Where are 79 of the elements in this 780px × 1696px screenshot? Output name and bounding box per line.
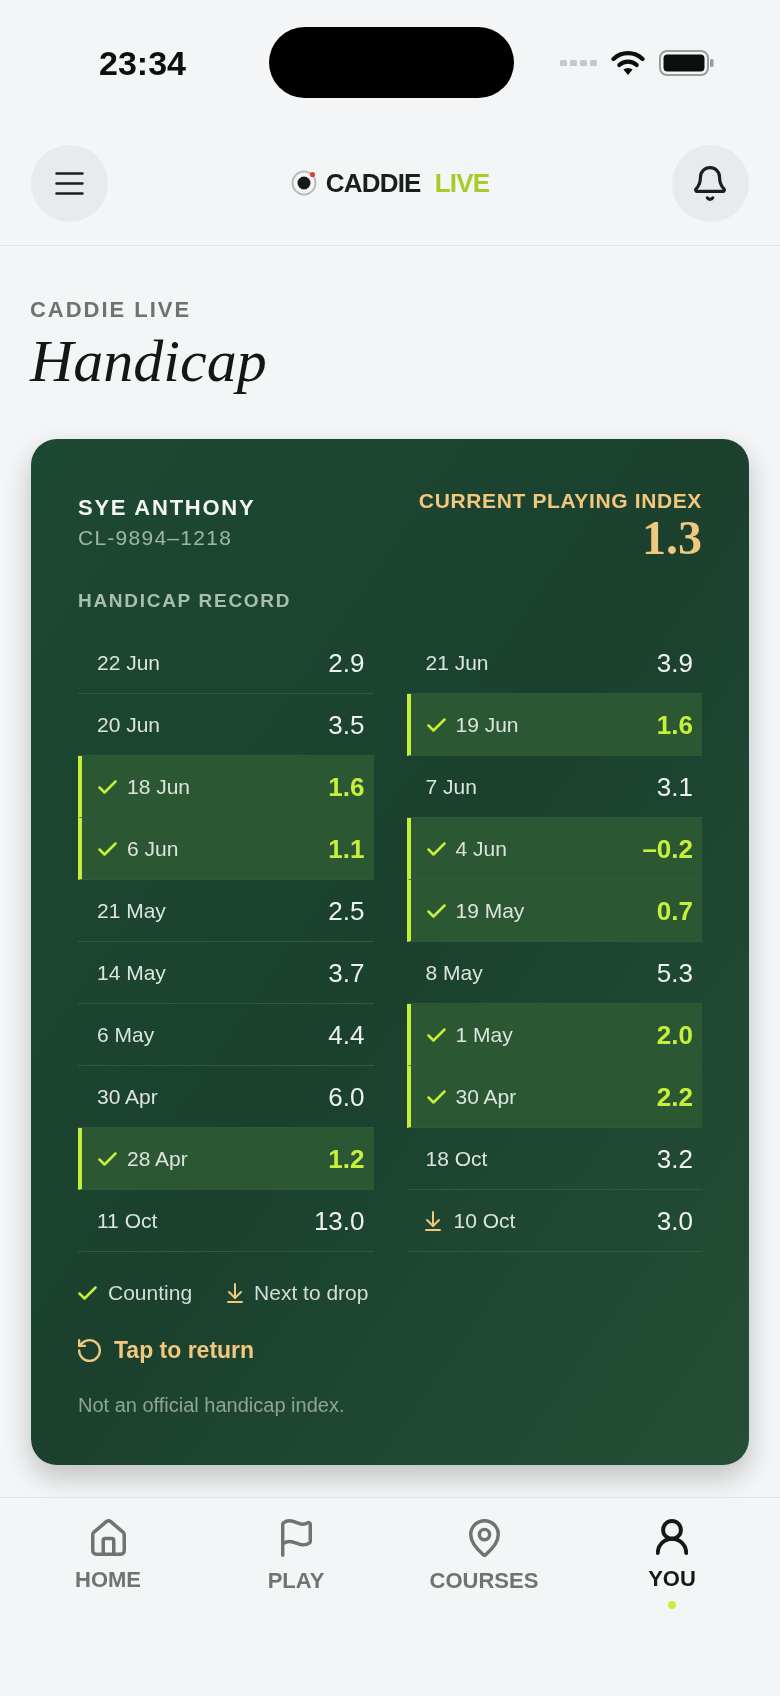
round-date: 11 Oct xyxy=(97,1207,159,1234)
check-icon xyxy=(98,779,117,794)
logo-text: LIVE xyxy=(434,168,490,198)
round-date: 1 May xyxy=(455,1021,514,1048)
page-eyebrow: CADDIE LIVE xyxy=(30,296,192,324)
round-value: 3.5 xyxy=(328,709,365,740)
logo-icon xyxy=(290,170,317,196)
round-value: 13.0 xyxy=(313,1205,365,1236)
check-icon xyxy=(426,841,446,856)
round-value: 3.0 xyxy=(656,1205,693,1236)
player-name: SYE ANTHONY xyxy=(78,494,256,522)
round-date: 22 Jun xyxy=(97,649,162,676)
round-value: 1.2 xyxy=(328,1143,365,1174)
circular-arrow-icon xyxy=(78,1338,101,1362)
index-value: 1.3 xyxy=(642,513,702,563)
bell-icon xyxy=(694,165,727,201)
nav-tab[interactable]: PLAY xyxy=(202,1519,390,1595)
round-date: 10 Oct xyxy=(453,1207,517,1234)
check-icon xyxy=(98,1151,117,1166)
player-id: CL-9894–1218 xyxy=(78,525,233,551)
check-icon xyxy=(426,903,446,918)
round-date: 8 May xyxy=(425,959,484,986)
legend-label: Counting xyxy=(108,1280,193,1306)
round-value: 2.2 xyxy=(656,1081,693,1112)
round-date: 18 Oct xyxy=(425,1145,489,1172)
check-icon xyxy=(426,1089,446,1104)
round-value: 1.6 xyxy=(656,709,693,740)
round-date: 6 Jun xyxy=(127,835,180,862)
round-value: 2.9 xyxy=(328,647,365,678)
round-date: 4 Jun xyxy=(455,835,508,862)
round-value: 2.0 xyxy=(656,1019,693,1050)
home-icon xyxy=(90,1519,126,1556)
nav-tab[interactable]: HOME xyxy=(14,1519,202,1594)
download-icon xyxy=(424,1210,441,1231)
round-date: 20 Jun xyxy=(97,711,162,738)
round-value: 2.5 xyxy=(328,895,365,926)
check-icon xyxy=(426,1027,446,1042)
round-value: 1.6 xyxy=(328,771,365,802)
round-value: –0.2 xyxy=(642,833,693,864)
return-button[interactable]: Tap to return xyxy=(78,1336,255,1364)
round-date: 19 May xyxy=(455,897,526,924)
status-time: 23:34 xyxy=(99,42,187,83)
round-date: 21 May xyxy=(97,897,167,924)
user-icon xyxy=(656,1519,688,1555)
section-title: HANDICAP RECORD xyxy=(78,589,292,613)
round-date: 18 Jun xyxy=(127,773,192,800)
legend-label: Next to drop xyxy=(254,1280,369,1306)
round-date: 28 Apr xyxy=(127,1145,189,1172)
nav-tab[interactable]: COURSES xyxy=(390,1519,578,1595)
flag-icon xyxy=(280,1519,312,1557)
round-date: 30 Apr xyxy=(455,1083,518,1110)
logo-text: CADDIE xyxy=(325,168,421,198)
check-icon xyxy=(78,1286,97,1300)
menu-icon xyxy=(55,171,84,195)
check-icon xyxy=(426,717,446,732)
map-pin-icon xyxy=(468,1519,500,1557)
round-value: 4.4 xyxy=(328,1019,365,1050)
round-date: 30 Apr xyxy=(97,1083,159,1110)
nav-tab[interactable]: YOU xyxy=(578,1519,766,1609)
disclaimer-text: Not an official handicap index. xyxy=(78,1393,346,1417)
round-value: 3.2 xyxy=(656,1143,693,1174)
wifi-icon xyxy=(611,49,645,76)
round-value: 5.3 xyxy=(656,957,693,988)
round-value: 3.9 xyxy=(656,647,693,678)
round-value: 1.1 xyxy=(328,833,365,864)
check-icon xyxy=(98,841,117,856)
round-date: 14 May xyxy=(97,959,167,986)
round-value: 0.7 xyxy=(656,895,693,926)
round-date: 6 May xyxy=(97,1021,156,1048)
round-date: 21 Jun xyxy=(425,649,490,676)
signal-dots-icon xyxy=(560,59,597,66)
battery-icon xyxy=(659,49,714,76)
round-date: 19 Jun xyxy=(455,711,520,738)
download-icon xyxy=(227,1283,244,1303)
round-value: 3.7 xyxy=(328,957,365,988)
round-date: 7 Jun xyxy=(425,773,478,800)
round-value: 6.0 xyxy=(328,1081,365,1112)
index-label: CURRENT PLAYING INDEX xyxy=(418,489,702,513)
round-value: 3.1 xyxy=(656,771,693,802)
